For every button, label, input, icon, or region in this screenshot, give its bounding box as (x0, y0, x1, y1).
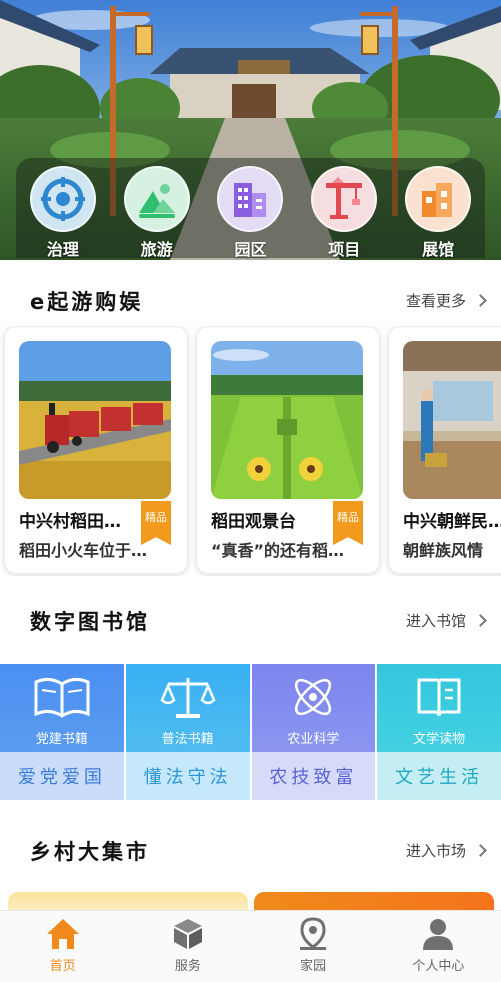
library-tile-slogan: 农技致富 (269, 767, 358, 788)
library-tile-label: 党建书籍 (35, 732, 88, 747)
quick-nav-governance[interactable]: 治理 (25, 166, 101, 260)
tab-home[interactable]: 首页 (8, 911, 118, 982)
travel-section-header: e起游购娱 查看更多 (0, 280, 501, 320)
premium-badge: 精品 (333, 501, 363, 545)
quick-nav-label: 展馆 (422, 240, 455, 259)
crane-icon (326, 177, 363, 219)
cube-icon (173, 919, 202, 949)
library-tile-literature[interactable]: 文学读物 文艺生活 (377, 664, 501, 800)
quick-nav-bar: 治理 旅游 园区 项目 展馆 (16, 158, 485, 260)
atom-icon (295, 678, 332, 716)
quick-nav-label: 治理 (46, 240, 79, 259)
mountain-icon (138, 184, 175, 218)
chevron-right-icon (474, 294, 487, 307)
chevron-right-icon (474, 614, 487, 627)
tab-profile[interactable]: 个人中心 (383, 911, 493, 982)
library-tile-law[interactable]: 普法书籍 懂法守法 (125, 664, 250, 800)
travel-more-link[interactable]: 查看更多 (405, 290, 487, 311)
library-section-header: 数字图书馆 进入书馆 (0, 600, 501, 640)
tab-label: 家园 (300, 959, 327, 974)
market-enter-label: 进入市场 (405, 842, 466, 860)
travel-card-desc: 稻田小火车位于… (19, 541, 148, 560)
quick-nav-museum[interactable]: 展馆 (400, 166, 476, 260)
home-icon (46, 919, 79, 949)
bottom-tab-bar: 首页 服务 家园 个人中心 (0, 910, 501, 982)
library-enter-link[interactable]: 进入书馆 (405, 610, 487, 631)
quick-nav-project[interactable]: 项目 (306, 166, 382, 260)
library-tile-slogan: 爱党爱国 (17, 767, 106, 788)
library-tile-party[interactable]: 党建书籍 爱党爱国 (0, 664, 124, 800)
market-section-header: 乡村大集市 进入市场 (0, 830, 501, 870)
museum-icon (422, 183, 453, 217)
tab-label: 首页 (49, 959, 76, 974)
travel-card-image (19, 341, 171, 499)
market-section-title: 乡村大集市 (30, 840, 150, 864)
scales-icon (160, 678, 216, 718)
library-enter-label: 进入书馆 (405, 612, 466, 630)
quick-nav-label: 项目 (328, 240, 361, 259)
travel-card-title: 中兴朝鲜民… (403, 512, 501, 532)
travel-card[interactable]: 中兴村稻田… 稻田小火车位于… 精品 (4, 326, 188, 574)
library-tile-label: 文学读物 (413, 732, 466, 747)
travel-card-desc: 朝鲜族风情 (403, 541, 484, 560)
tab-label: 服务 (174, 959, 201, 974)
library-section-title: 数字图书馆 (30, 610, 150, 634)
library-tile-label: 普法书籍 (161, 732, 214, 747)
travel-section-title: e起游购娱 (30, 290, 144, 314)
travel-card-title: 中兴村稻田… (19, 512, 121, 532)
travel-card-title: 稻田观景台 (211, 512, 296, 532)
library-tile-slogan: 懂法守法 (143, 767, 232, 788)
premium-badge: 精品 (141, 501, 171, 545)
quick-nav-tourism[interactable]: 旅游 (119, 166, 195, 260)
market-card-left[interactable] (8, 892, 248, 912)
buildings-icon (234, 183, 267, 217)
user-icon (423, 919, 454, 950)
quick-nav-label: 园区 (234, 240, 267, 259)
library-category-grid: 党建书籍 爱党爱国 普法书籍 懂法守法 农业科学 农技致富 文学读物 文艺生活 (0, 664, 501, 800)
library-tile-label: 农业科学 (287, 732, 340, 747)
chevron-right-icon (474, 844, 487, 857)
target-icon (40, 177, 85, 221)
travel-card-list[interactable]: 中兴村稻田… 稻田小火车位于… 精品 稻田观景台 “真香”的还有稻… 精品 中兴… (0, 326, 501, 576)
tab-label: 个人中心 (412, 959, 465, 974)
market-enter-link[interactable]: 进入市场 (405, 840, 487, 861)
travel-card-image (403, 341, 501, 499)
book-icon (417, 678, 461, 717)
location-pin-icon (300, 917, 327, 950)
travel-card[interactable]: 稻田观景台 “真香”的还有稻… 精品 (196, 326, 380, 574)
book-open-icon (34, 677, 90, 718)
travel-more-label: 查看更多 (405, 292, 466, 310)
quick-nav-park[interactable]: 园区 (212, 166, 288, 260)
tab-service[interactable]: 服务 (133, 911, 243, 982)
hero-banner: 治理 旅游 园区 项目 展馆 (0, 0, 501, 260)
library-tile-slogan: 文艺生活 (395, 767, 484, 788)
library-tile-agriculture[interactable]: 农业科学 农技致富 (251, 664, 376, 800)
travel-card-desc: “真香”的还有稻… (211, 541, 345, 560)
quick-nav-label: 旅游 (140, 240, 173, 259)
travel-card-image (211, 341, 363, 499)
tab-homeland[interactable]: 家园 (258, 911, 368, 982)
market-card-right[interactable] (254, 892, 494, 912)
travel-card[interactable]: 中兴朝鲜民… 朝鲜族风情 (388, 326, 501, 574)
